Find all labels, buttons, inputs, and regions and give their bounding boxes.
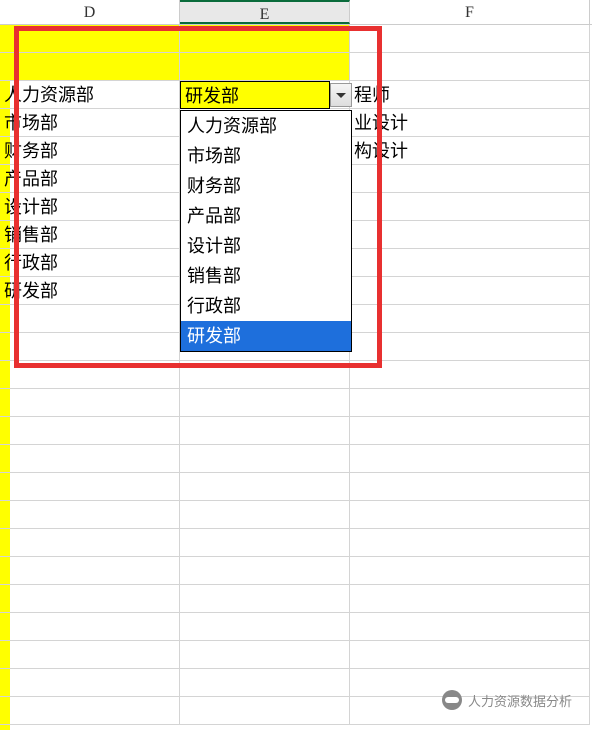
cell[interactable] (180, 473, 350, 501)
cell[interactable] (350, 557, 590, 585)
cell[interactable] (0, 25, 180, 53)
cell[interactable] (350, 613, 590, 641)
cell[interactable] (180, 361, 350, 389)
cell[interactable] (350, 333, 590, 361)
cell[interactable] (180, 669, 350, 697)
cell[interactable] (0, 305, 180, 333)
spreadsheet: D E F 人力资源部 程师 市场部 (0, 0, 592, 730)
cell[interactable] (0, 445, 180, 473)
dropdown-item[interactable]: 产品部 (181, 201, 351, 231)
wechat-icon (442, 690, 462, 710)
cell[interactable] (0, 529, 180, 557)
cell[interactable] (350, 641, 590, 669)
cell[interactable] (0, 697, 180, 725)
dropdown-item-selected[interactable]: 研发部 (181, 321, 351, 351)
cell-dept[interactable]: 人力资源部 (0, 81, 180, 109)
cell[interactable] (180, 417, 350, 445)
cell[interactable] (0, 417, 180, 445)
cell[interactable] (350, 361, 590, 389)
dropdown-button[interactable] (330, 83, 352, 107)
cell[interactable] (350, 25, 590, 53)
cell[interactable] (0, 361, 180, 389)
cell[interactable] (0, 641, 180, 669)
cell[interactable] (180, 445, 350, 473)
cell-dept[interactable]: 产品部 (0, 165, 180, 193)
cell[interactable] (350, 193, 590, 221)
cell[interactable] (350, 501, 590, 529)
cell[interactable] (180, 529, 350, 557)
cell[interactable] (180, 501, 350, 529)
cell[interactable] (0, 669, 180, 697)
cell[interactable] (180, 557, 350, 585)
cell[interactable] (0, 53, 180, 81)
cell[interactable] (0, 585, 180, 613)
column-headers: D E F (0, 0, 592, 25)
dropdown-item[interactable]: 设计部 (181, 231, 351, 261)
cell[interactable] (180, 585, 350, 613)
cell[interactable] (350, 221, 590, 249)
cell-dept[interactable]: 市场部 (0, 109, 180, 137)
dropdown-item[interactable]: 财务部 (181, 171, 351, 201)
cell[interactable]: 构设计 (350, 137, 590, 165)
cell[interactable] (350, 165, 590, 193)
cell[interactable] (0, 333, 180, 361)
cell[interactable] (350, 389, 590, 417)
cell[interactable] (350, 585, 590, 613)
cell-dept[interactable]: 研发部 (0, 277, 180, 305)
col-header-d[interactable]: D (0, 0, 180, 24)
cell[interactable] (0, 501, 180, 529)
cell[interactable] (350, 473, 590, 501)
col-header-e[interactable]: E (180, 0, 350, 24)
dropdown-item[interactable]: 行政部 (181, 291, 351, 321)
cell[interactable] (350, 277, 590, 305)
cell[interactable] (0, 613, 180, 641)
cell[interactable] (350, 529, 590, 557)
empty-rows (0, 305, 592, 725)
col-header-f[interactable]: F (350, 0, 590, 24)
cell[interactable] (180, 53, 350, 81)
cell-dept[interactable]: 设计部 (0, 193, 180, 221)
cell[interactable] (350, 445, 590, 473)
cell[interactable] (0, 557, 180, 585)
cell[interactable] (350, 305, 590, 333)
cell[interactable] (180, 697, 350, 725)
dropdown-list[interactable]: 人力资源部 市场部 财务部 产品部 设计部 销售部 行政部 研发部 (180, 110, 352, 352)
cell-dept[interactable]: 行政部 (0, 249, 180, 277)
cell[interactable] (180, 641, 350, 669)
cell[interactable] (0, 389, 180, 417)
cell-dept[interactable]: 财务部 (0, 137, 180, 165)
cell[interactable]: 程师 (350, 81, 590, 109)
dropdown-item[interactable]: 市场部 (181, 141, 351, 171)
dropdown-item[interactable]: 人力资源部 (181, 111, 351, 141)
cell[interactable] (180, 389, 350, 417)
cell[interactable] (350, 53, 590, 81)
watermark: 人力资源数据分析 (442, 690, 572, 710)
cell[interactable] (180, 613, 350, 641)
cell[interactable] (350, 249, 590, 277)
cell[interactable] (180, 25, 350, 53)
cell-dept[interactable]: 销售部 (0, 221, 180, 249)
dropdown-item[interactable]: 销售部 (181, 261, 351, 291)
cell[interactable] (0, 473, 180, 501)
cell[interactable]: 业设计 (350, 109, 590, 137)
active-cell[interactable]: 研发部 (180, 81, 330, 109)
watermark-text: 人力资源数据分析 (468, 691, 572, 710)
cell[interactable] (350, 417, 590, 445)
